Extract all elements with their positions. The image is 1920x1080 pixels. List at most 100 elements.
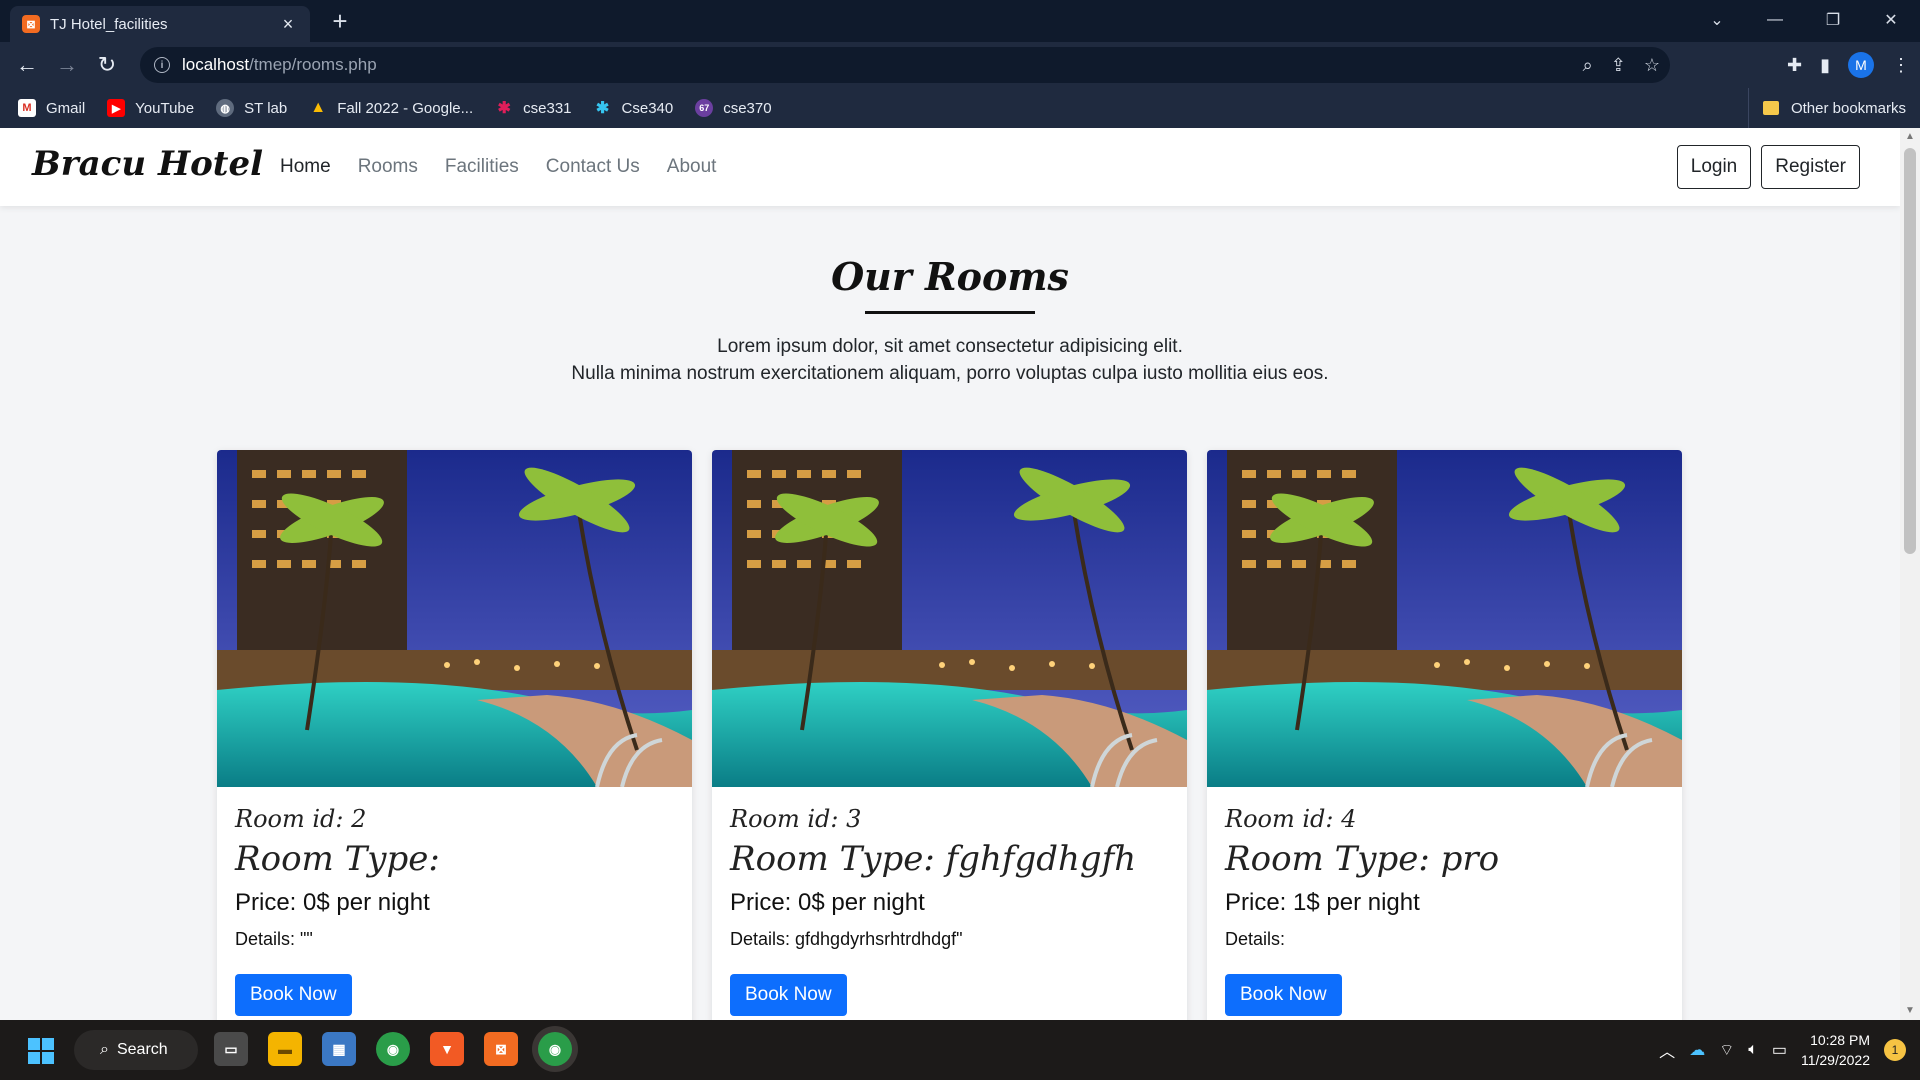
nav-home[interactable]: Home (280, 156, 331, 178)
tab-close-icon[interactable]: × (278, 14, 298, 35)
room-id: Room id: 2 (235, 805, 367, 833)
bookmark-cse331[interactable]: ✱ cse331 (495, 99, 572, 118)
room-type: Room Type: pro (1225, 839, 1500, 879)
room-id: Room id: 4 (1225, 805, 1357, 833)
book-now-button[interactable]: Book Now (1225, 974, 1342, 1016)
book-now-button[interactable]: Book Now (730, 974, 847, 1016)
onedrive-icon[interactable]: ☁ (1689, 1040, 1705, 1060)
bookmark-cse340[interactable]: ✱ Cse340 (594, 99, 673, 118)
windows-taskbar: ⌕ Search ▭ ▬ ▦ ◉ ▼ ⊠ ◉ ︿ ☁ ⌔ 🔈︎ ▭ 10:28 … (0, 1020, 1920, 1080)
toolbar-actions: ✚ ▮ M ⋮ (1787, 47, 1910, 83)
room-card-body: Room id: 3 Room Type: fghfgdhgfh Price: … (712, 787, 1187, 1016)
reload-icon[interactable]: ↻ (90, 48, 124, 82)
login-button[interactable]: Login (1676, 145, 1752, 189)
restore-icon[interactable]: ❐ (1804, 0, 1862, 40)
extensions-icon[interactable]: ✚ (1787, 55, 1802, 76)
side-panel-icon[interactable]: ▮ (1820, 55, 1830, 76)
menu-kebab-icon[interactable]: ⋮ (1892, 55, 1910, 76)
scrollbar-thumb[interactable] (1904, 148, 1916, 554)
volume-icon[interactable]: 🔈︎ (1748, 1041, 1758, 1059)
bookmark-st-lab[interactable]: ◍ ST lab (216, 99, 287, 117)
bookmark-label: Fall 2022 - Google... (337, 99, 474, 117)
chrome-profile-icon[interactable]: ◉ (538, 1032, 572, 1066)
clock[interactable]: 10:28 PM 11/29/2022 (1801, 1030, 1870, 1070)
xampp-icon: ⊠ (22, 15, 40, 33)
hotel-pool-image (1207, 450, 1682, 787)
notification-badge-icon: 67 (695, 99, 714, 117)
tab-search-chevron-icon[interactable]: ⌄ (1688, 0, 1746, 40)
site-info-icon[interactable]: i (154, 57, 170, 73)
bookmarks-bar: M Gmail ▶ YouTube ◍ ST lab ▲ Fall 2022 -… (0, 88, 1920, 128)
google-drive-icon: ▲ (310, 99, 327, 116)
room-card: Room id: 2 Room Type: Price: 0$ per nigh… (217, 450, 692, 1020)
nav-rooms[interactable]: Rooms (358, 156, 418, 178)
room-price: Price: 1$ per night (1225, 889, 1420, 916)
auth-buttons: Login Register (1676, 145, 1860, 189)
nav-contact-us[interactable]: Contact Us (546, 156, 640, 178)
chrome-icon[interactable]: ◉ (376, 1032, 410, 1066)
nav-about[interactable]: About (667, 156, 717, 178)
globe-icon: ◍ (216, 99, 235, 117)
bookmark-star-icon[interactable]: ☆ (1644, 55, 1660, 76)
bookmark-label: ST lab (244, 99, 288, 117)
zoom-icon[interactable]: ⌕ (1583, 55, 1593, 76)
youtube-icon: ▶ (107, 99, 126, 117)
minimize-icon[interactable]: — (1746, 0, 1804, 40)
new-tab-button[interactable]: + (325, 6, 355, 36)
share-icon[interactable]: ⇪ (1611, 55, 1626, 76)
bookmark-gmail[interactable]: M Gmail (18, 99, 85, 117)
book-now-button[interactable]: Book Now (235, 974, 352, 1016)
hotel-pool-image (217, 450, 692, 787)
brand-logo[interactable]: Bracu Hotel (32, 144, 263, 184)
room-cards: Room id: 2 Room Type: Price: 0$ per nigh… (217, 450, 1682, 1020)
title-underline (865, 311, 1035, 314)
nav-facilities[interactable]: Facilities (445, 156, 519, 178)
forward-icon[interactable]: → (50, 48, 84, 82)
bookmark-youtube[interactable]: ▶ YouTube (107, 99, 194, 117)
file-explorer-icon[interactable]: ▬ (268, 1032, 302, 1066)
other-bookmarks[interactable]: Other bookmarks (1747, 88, 1906, 128)
taskbar-search-label: Search (116, 1041, 168, 1058)
notification-badge[interactable]: 1 (1884, 1039, 1906, 1061)
intro-text: Lorem ipsum dolor, sit amet consectetur … (0, 333, 1900, 387)
window-controls: ⌄ — ❐ ✕ (1688, 0, 1920, 40)
bookmark-label: cse331 (523, 99, 572, 117)
chevron-up-icon[interactable]: ︿ (1659, 1038, 1675, 1062)
windows-start-icon[interactable] (28, 1038, 54, 1064)
hotel-pool-image (712, 450, 1187, 787)
room-card-body: Room id: 2 Room Type: Price: 0$ per nigh… (217, 787, 692, 1016)
browser-tab[interactable]: ⊠ TJ Hotel_facilities × (10, 6, 310, 42)
brave-icon[interactable]: ▼ (430, 1032, 464, 1066)
wifi-icon[interactable]: ⌔ (1719, 1040, 1734, 1060)
url-host: localhost (182, 55, 250, 74)
room-type: Room Type: fghfgdhgfh (730, 839, 1137, 879)
room-details: Details: "" (235, 929, 313, 949)
bookmark-fall-2022[interactable]: ▲ Fall 2022 - Google... (309, 99, 473, 117)
room-id: Room id: 3 (730, 805, 862, 833)
address-bar[interactable]: i localhost/tmep/rooms.php ⌕ ⇪ ☆ (140, 47, 1670, 83)
photos-app-icon[interactable]: ▦ (322, 1032, 356, 1066)
register-button[interactable]: Register (1761, 145, 1860, 189)
back-icon[interactable]: ← (10, 48, 44, 82)
profile-avatar[interactable]: M (1848, 52, 1874, 78)
tab-title: TJ Hotel_facilities (50, 15, 168, 33)
scroll-up-arrow-icon[interactable]: ▲ (1900, 128, 1920, 146)
room-details: Details: (1225, 929, 1286, 949)
bookmark-label: YouTube (135, 99, 195, 117)
clock-time: 10:28 PM (1810, 1032, 1870, 1048)
search-icon: ⌕ (100, 1041, 109, 1058)
bookmark-cse370[interactable]: 67 cse370 (695, 99, 772, 117)
room-card: Room id: 3 Room Type: fghfgdhgfh Price: … (712, 450, 1187, 1020)
page-scrollbar[interactable]: ▲ ▼ (1900, 128, 1920, 1020)
task-view-icon[interactable]: ▭ (214, 1032, 248, 1066)
clock-date: 11/29/2022 (1800, 1052, 1870, 1068)
page-title: Our Rooms (831, 254, 1069, 299)
room-price: Price: 0$ per night (235, 889, 430, 916)
taskbar-search[interactable]: ⌕ Search (74, 1030, 198, 1070)
bookmark-label: cse370 (723, 99, 772, 117)
close-window-icon[interactable]: ✕ (1862, 0, 1920, 40)
battery-icon[interactable]: ▭ (1772, 1040, 1787, 1060)
scroll-down-arrow-icon[interactable]: ▼ (1900, 1002, 1920, 1020)
xampp-icon[interactable]: ⊠ (484, 1032, 518, 1066)
browser-tab-strip: ⊠ TJ Hotel_facilities × + ⌄ — ❐ ✕ (0, 0, 1920, 42)
